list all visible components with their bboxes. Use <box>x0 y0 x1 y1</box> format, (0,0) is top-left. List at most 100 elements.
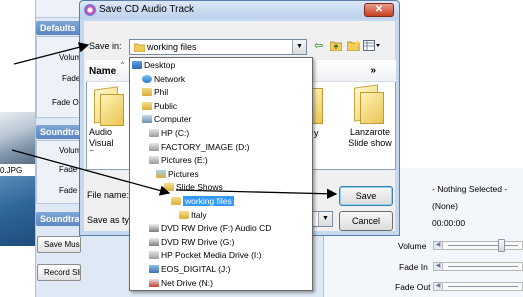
folder-caption-lanzarote[interactable]: Lanzarote Slide show <box>347 127 393 149</box>
right-fade-in-slider[interactable]: ◀ <box>433 262 523 271</box>
dropdown-item-label: Public <box>154 100 178 111</box>
slider-track-line <box>448 266 518 267</box>
dropdown-item-text: Network <box>154 74 185 84</box>
dialog-title-bar[interactable]: Save CD Audio Track ✕ <box>80 1 399 19</box>
name-column-header[interactable]: Name <box>89 66 116 77</box>
dropdown-item-label: HP Pocket Media Drive (I:) <box>161 250 262 261</box>
slide-thumbnail-bottom[interactable] <box>0 176 35 246</box>
folder-icon <box>179 210 189 219</box>
folder-caption-partial[interactable]: y <box>314 128 319 139</box>
new-folder-icon[interactable] <box>346 40 360 55</box>
slider-thumb[interactable] <box>498 239 505 252</box>
folder-icon <box>133 43 146 54</box>
dropdown-item-label: Net Drive (N:) <box>161 277 213 288</box>
slider-track-line <box>448 245 518 246</box>
save-in-value: working files <box>147 42 197 52</box>
dropdown-item[interactable]: Phil <box>142 87 168 98</box>
slider-left-arrow-icon[interactable]: ◀ <box>434 283 443 290</box>
dropdown-item-label: Italy <box>191 209 207 220</box>
dropdown-item-label: FACTORY_IMAGE (D:) <box>161 141 250 152</box>
dropdown-item-label: Slide Shows <box>176 182 223 193</box>
folder-front-shape <box>360 92 384 124</box>
slider-left-arrow-icon[interactable]: ◀ <box>434 263 443 270</box>
dropdown-item[interactable]: EOS_DIGITAL (J:) <box>149 264 230 275</box>
dropdown-item[interactable]: working files <box>171 196 234 207</box>
dropdown-item-text: working files <box>183 196 234 206</box>
dropdown-item[interactable]: HP (C:) <box>149 128 189 139</box>
computer-icon <box>142 115 152 124</box>
thumbnail-filename-label: 0.JPG <box>0 166 23 175</box>
right-fade-out-label: Fade Out <box>395 282 431 292</box>
right-fade-in-label: Fade In <box>399 262 428 272</box>
folder-icon[interactable] <box>352 84 386 124</box>
user-folder-icon <box>142 88 152 97</box>
dropdown-item-label: Phil <box>154 87 169 98</box>
dropdown-item-text: HP (C:) <box>161 128 189 138</box>
folder-partial-icon[interactable] <box>313 88 323 124</box>
dropdown-item[interactable]: FACTORY_IMAGE (D:) <box>149 142 249 153</box>
dropdown-item[interactable]: Slide Shows <box>164 182 223 193</box>
folder-front-shape <box>100 94 124 126</box>
dropdown-item[interactable]: Network <box>142 74 185 85</box>
dropdown-item-label: Computer <box>154 114 192 125</box>
slider-track-line <box>448 286 518 287</box>
dropdown-item[interactable]: Net Drive (N:) <box>149 278 213 289</box>
dropdown-item[interactable]: Public <box>142 101 177 112</box>
dropdown-item-label: working files <box>185 196 232 206</box>
dropdown-item[interactable]: DVD RW Drive (G:) <box>149 237 235 248</box>
soundtrack-section-header[interactable]: Soundtrack <box>36 125 81 139</box>
dropdown-item[interactable]: Pictures <box>156 169 199 180</box>
none-text: (None) <box>432 201 458 211</box>
record-slide-timings-button[interactable]: Record Slide Timings <box>37 264 81 281</box>
slide-thumbnail-top[interactable] <box>0 112 35 164</box>
dropdown-item[interactable]: Pictures (E:) <box>149 155 208 166</box>
dropdown-item-text: EOS_DIGITAL (J:) <box>161 264 230 274</box>
back-arrow-icon[interactable]: ⇦ <box>314 40 323 53</box>
chevron-down-icon[interactable]: ▼ <box>318 212 332 226</box>
camera-card-icon <box>149 265 159 273</box>
dropdown-item-label: DVD RW Drive (F:) Audio CD <box>161 223 272 234</box>
dvd-drive-icon <box>149 224 159 233</box>
right-volume-slider[interactable]: ◀ <box>433 239 523 252</box>
folder-icon <box>164 183 174 192</box>
cd-icon <box>84 4 96 16</box>
dropdown-item-label: Pictures <box>168 168 199 179</box>
dropdown-item[interactable]: Desktop <box>132 60 175 71</box>
soundtrack2-section-header[interactable]: Soundtrack <box>36 212 81 226</box>
cancel-button[interactable]: Cancel <box>339 211 393 231</box>
folder-icon <box>171 197 181 205</box>
dropdown-item[interactable]: DVD RW Drive (F:) Audio CD <box>149 223 271 234</box>
save-music-from-cd-button[interactable]: Save Music From CD <box>37 236 81 253</box>
dialog-title: Save CD Audio Track <box>99 4 195 15</box>
folder-caption-audio-visual[interactable]: Audio Visual Road Show <box>89 127 129 151</box>
save-in-dropdown-list[interactable]: Desktop Network Phil Public Computer HP (C:) F… <box>129 57 313 291</box>
dropdown-item-text: Computer <box>154 114 191 124</box>
right-fade-out-slider[interactable]: ◀ <box>433 282 523 291</box>
slider-left-arrow-icon[interactable]: ◀ <box>434 242 443 249</box>
save-in-combo[interactable]: working files ▼ <box>129 39 307 55</box>
dropdown-item-label: Network <box>154 73 186 84</box>
file-name-label: File name: <box>87 190 130 200</box>
dropdown-item-text: Desktop <box>144 60 175 70</box>
drive-icon <box>149 156 159 165</box>
folder-icon[interactable] <box>92 86 126 126</box>
close-icon[interactable]: ✕ <box>364 3 394 17</box>
dropdown-item[interactable]: Italy <box>179 210 207 221</box>
dropdown-item-text: Phil <box>154 87 168 97</box>
chevron-right-icon[interactable]: » <box>370 65 376 76</box>
chevron-down-icon[interactable]: ▼ <box>292 40 306 54</box>
dropdown-item[interactable]: HP Pocket Media Drive (I:) <box>149 250 261 261</box>
up-folder-icon[interactable] <box>329 40 343 55</box>
network-drive-icon <box>149 278 159 287</box>
dropdown-item-text: Public <box>154 101 177 111</box>
save-button[interactable]: Save <box>339 186 393 206</box>
defaults-section-header[interactable]: Defaults <box>36 21 81 35</box>
dropdown-item-text: Italy <box>191 210 207 220</box>
dropdown-item-text: DVD RW Drive (G:) <box>161 237 235 247</box>
dropdown-item-text: Net Drive (N:) <box>161 278 213 288</box>
drive-icon <box>149 142 159 151</box>
dropdown-item-text: FACTORY_IMAGE (D:) <box>161 142 249 152</box>
dropdown-item-label: Pictures (E:) <box>161 155 208 166</box>
dropdown-item[interactable]: Computer <box>142 114 191 125</box>
view-menu-icon[interactable] <box>363 40 380 55</box>
